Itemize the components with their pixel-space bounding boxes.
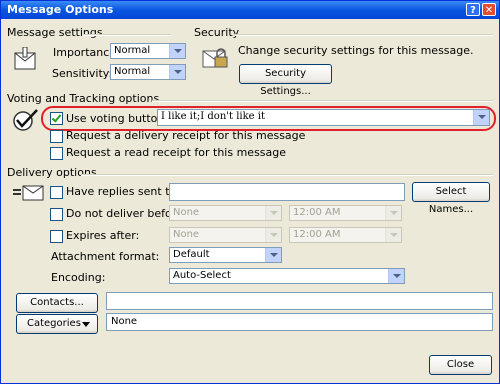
do-not-deliver-date-select[interactable]: None (169, 205, 282, 221)
chevron-down-icon[interactable] (265, 206, 281, 220)
attachment-format-select[interactable]: Default (169, 247, 282, 263)
window-title: Message Options (7, 3, 114, 16)
do-not-deliver-checkbox[interactable] (50, 208, 63, 221)
chevron-down-icon[interactable] (385, 206, 401, 220)
close-window-icon[interactable]: ✕ (482, 3, 496, 16)
sensitivity-label: Sensitivity: (52, 67, 113, 80)
sensitivity-select[interactable]: Normal (110, 64, 186, 80)
have-replies-label: Have replies sent to: (66, 185, 180, 198)
expires-time-value: 12:00 AM (293, 229, 341, 240)
chevron-down-icon[interactable] (169, 44, 185, 58)
encoding-value: Auto-Select (173, 270, 231, 281)
message-options-dialog: Message Options ? ✕ Message settings Imp… (0, 0, 500, 384)
help-icon[interactable]: ? (466, 3, 480, 16)
security-settings-button[interactable]: Security Settings... (239, 64, 332, 97)
expires-checkbox[interactable] (50, 230, 63, 243)
encoding-label: Encoding: (51, 271, 106, 284)
voting-heading: Voting and Tracking options (7, 92, 160, 105)
do-not-deliver-time-select[interactable]: 12:00 AM (289, 205, 402, 221)
expires-label: Expires after: (66, 229, 140, 242)
chevron-down-icon[interactable] (169, 65, 185, 79)
chevron-down-icon[interactable] (388, 269, 404, 283)
importance-value: Normal (114, 45, 151, 56)
categories-button[interactable]: Categories (16, 314, 98, 334)
do-not-deliver-date-value: None (173, 207, 200, 218)
replies-to-field[interactable] (169, 183, 405, 201)
divider (152, 100, 493, 102)
dropdown-arrow-icon (82, 322, 90, 327)
chevron-down-icon[interactable] (385, 228, 401, 242)
delivery-receipt-checkbox[interactable] (50, 130, 63, 143)
read-receipt-label: Request a read receipt for this message (66, 146, 287, 159)
highlight-ring (41, 106, 496, 131)
message-settings-heading: Message settings (7, 26, 103, 39)
categories-value: None (111, 316, 138, 327)
encoding-select[interactable]: Auto-Select (169, 268, 405, 284)
select-names-button[interactable]: Select Names... (412, 182, 490, 215)
security-description: Change security settings for this messag… (238, 44, 474, 57)
envelope-importance-icon (14, 47, 36, 70)
security-heading: Security (194, 26, 240, 39)
expires-time-select[interactable]: 12:00 AM (289, 227, 402, 243)
read-receipt-checkbox[interactable] (50, 147, 63, 160)
voting-checkmark-icon (13, 109, 38, 131)
chevron-down-icon[interactable] (265, 228, 281, 242)
lock-envelope-icon (202, 48, 228, 68)
attachment-format-value: Default (173, 249, 210, 260)
sensitivity-value: Normal (114, 66, 151, 77)
expires-date-value: None (173, 229, 200, 240)
close-button[interactable]: Close (429, 355, 492, 375)
contacts-button[interactable]: Contacts... (16, 293, 98, 313)
have-replies-checkbox[interactable] (50, 186, 63, 199)
contacts-field[interactable] (106, 292, 493, 310)
title-bar: Message Options ? ✕ (1, 1, 499, 19)
chevron-down-icon[interactable] (265, 248, 281, 262)
categories-button-label: Categories (27, 318, 81, 329)
categories-field[interactable]: None (106, 313, 493, 331)
delivery-heading: Delivery options (7, 166, 97, 179)
attachment-format-label: Attachment format: (51, 250, 160, 263)
importance-select[interactable]: Normal (110, 43, 186, 59)
do-not-deliver-time-value: 12:00 AM (293, 207, 341, 218)
divider (235, 34, 493, 36)
divider (81, 174, 493, 176)
expires-date-select[interactable]: None (169, 227, 282, 243)
delivery-receipt-label: Request a delivery receipt for this mess… (66, 129, 306, 142)
envelope-arrow-icon (13, 185, 44, 201)
divider (83, 34, 171, 36)
